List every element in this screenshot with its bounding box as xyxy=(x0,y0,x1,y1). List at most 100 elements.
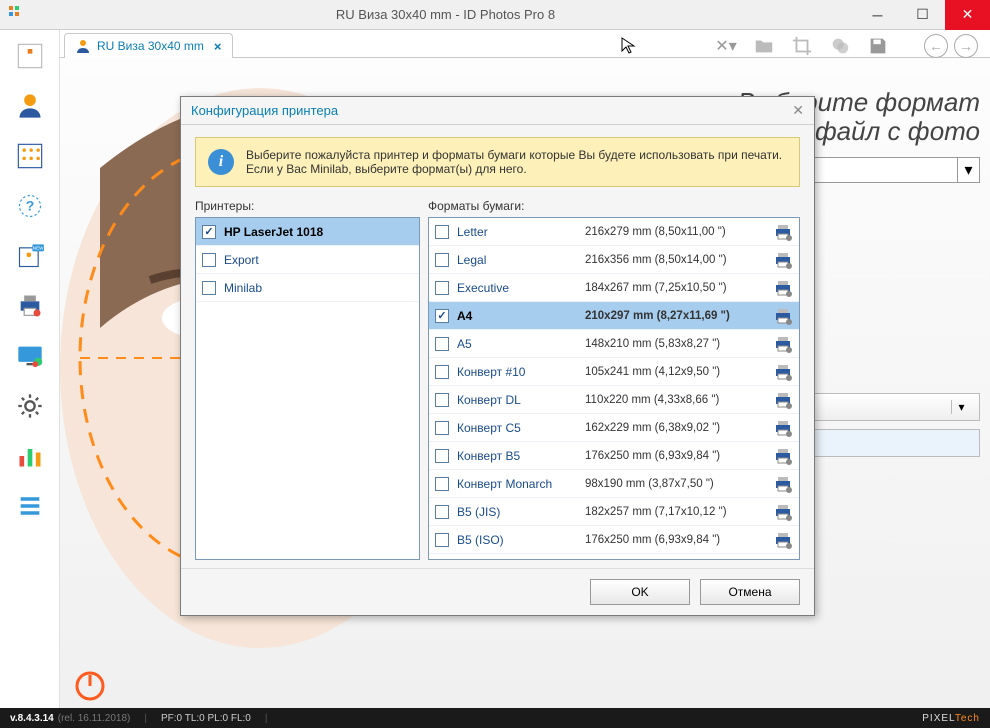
save-icon[interactable] xyxy=(866,34,890,58)
folder-icon[interactable] xyxy=(752,34,776,58)
checkbox[interactable] xyxy=(202,225,216,239)
checkbox[interactable] xyxy=(435,421,449,435)
svg-text:NEW: NEW xyxy=(32,246,43,251)
paper-row[interactable]: A5148x210 mm (5,83x8,27 ") xyxy=(429,330,799,358)
grid-icon[interactable] xyxy=(14,40,46,72)
gear-icon[interactable] xyxy=(14,390,46,422)
window-title: RU Виза 30x40 mm - ID Photos Pro 8 xyxy=(36,7,855,22)
minimize-button[interactable]: ─ xyxy=(855,0,900,30)
dialog-info-text: Выберите пожалуйста принтер и форматы бу… xyxy=(246,148,787,176)
nav-forward-button[interactable]: → xyxy=(954,34,978,58)
printers-label: Принтеры: xyxy=(195,199,420,213)
paper-name: Letter xyxy=(457,225,577,239)
cancel-button[interactable]: Отмена xyxy=(700,579,800,605)
checkbox[interactable] xyxy=(435,449,449,463)
printer-row[interactable]: Minilab xyxy=(196,274,419,302)
checkbox[interactable] xyxy=(435,225,449,239)
printer-row[interactable]: Export xyxy=(196,246,419,274)
paper-name: Конверт B5 xyxy=(457,449,577,463)
tab-label: RU Виза 30x40 mm xyxy=(97,39,204,53)
paper-name: Конверт #10 xyxy=(457,365,577,379)
paper-row[interactable]: Конверт C5 162x229 mm (6,38x9,02 ") xyxy=(429,414,799,442)
top-toolbar: ✕▾ ← → xyxy=(714,34,978,58)
tab-close-icon[interactable]: × xyxy=(214,39,222,54)
nav-back-button[interactable]: ← xyxy=(924,34,948,58)
checkbox[interactable] xyxy=(435,309,449,323)
dialog-titlebar: Конфигурация принтера ✕ xyxy=(181,97,814,125)
person-icon[interactable] xyxy=(14,90,46,122)
paper-dimensions: 105x241 mm (4,12x9,50 ") xyxy=(585,366,765,378)
chevron-down-icon: ▾ xyxy=(951,400,971,414)
checkbox[interactable] xyxy=(202,281,216,295)
secondary-button[interactable] xyxy=(794,429,980,457)
help-icon[interactable]: ? xyxy=(14,190,46,222)
brand-label: PIXELTech xyxy=(922,713,980,724)
printer-name: HP LaserJet 1018 xyxy=(224,225,323,239)
paper-name: B5 (JIS) xyxy=(457,505,577,519)
power-button[interactable] xyxy=(74,670,106,702)
gallery-icon[interactable] xyxy=(14,140,46,172)
print-icon[interactable] xyxy=(14,290,46,322)
new-photo-icon[interactable]: NEW xyxy=(14,240,46,272)
printer-settings-icon[interactable] xyxy=(773,474,793,494)
paper-row[interactable]: Конверт B5176x250 mm (6,93x9,84 ") xyxy=(429,442,799,470)
chevron-down-icon: ▾ xyxy=(957,158,979,182)
version-label: v.8.4.3.14 xyxy=(10,713,54,724)
counters-label: PF:0 TL:0 PL:0 FL:0 xyxy=(161,713,251,724)
info-icon: i xyxy=(208,149,234,175)
checkbox[interactable] xyxy=(435,477,449,491)
paper-row[interactable]: Executive184x267 mm (7,25x10,50 ") xyxy=(429,274,799,302)
close-button[interactable]: ✕ xyxy=(945,0,990,30)
checkbox[interactable] xyxy=(435,533,449,547)
checkbox[interactable] xyxy=(435,281,449,295)
paper-dimensions: 162x229 mm (6,38x9,02 ") xyxy=(585,422,765,434)
crop-icon[interactable] xyxy=(790,34,814,58)
checkbox[interactable] xyxy=(202,253,216,267)
close-all-icon[interactable]: ✕▾ xyxy=(714,34,738,58)
checkbox[interactable] xyxy=(435,505,449,519)
monitor-icon[interactable] xyxy=(14,340,46,372)
printer-settings-icon[interactable] xyxy=(773,278,793,298)
printer-row[interactable]: HP LaserJet 1018 xyxy=(196,218,419,246)
dialog-info-banner: i Выберите пожалуйста принтер и форматы … xyxy=(195,137,800,187)
printer-settings-icon[interactable] xyxy=(773,446,793,466)
checkbox[interactable] xyxy=(435,365,449,379)
paper-name: B5 (ISO) xyxy=(457,533,577,547)
list-icon[interactable] xyxy=(14,490,46,522)
ok-button[interactable]: OK xyxy=(590,579,690,605)
document-tab[interactable]: RU Виза 30x40 mm × xyxy=(64,33,233,58)
paper-row[interactable]: Legal216x356 mm (8,50x14,00 ") xyxy=(429,246,799,274)
printers-listbox[interactable]: HP LaserJet 1018 Export Minilab xyxy=(195,217,420,560)
checkbox[interactable] xyxy=(435,253,449,267)
printer-name: Export xyxy=(224,253,259,267)
checkbox[interactable] xyxy=(435,337,449,351)
svg-text:?: ? xyxy=(25,198,34,214)
printer-settings-icon[interactable] xyxy=(773,222,793,242)
printer-settings-icon[interactable] xyxy=(773,362,793,382)
printer-settings-icon[interactable] xyxy=(773,418,793,438)
papers-listbox[interactable]: Letter216x279 mm (8,50x11,00 ")Legal216x… xyxy=(428,217,800,560)
paper-dimensions: 176x250 mm (6,93x9,84 ") xyxy=(585,534,765,546)
printer-settings-icon[interactable] xyxy=(773,306,793,326)
maximize-button[interactable]: ☐ xyxy=(900,0,945,30)
printer-settings-icon[interactable] xyxy=(773,390,793,410)
checkbox[interactable] xyxy=(435,393,449,407)
printer-settings-icon[interactable] xyxy=(773,502,793,522)
paper-dimensions: 216x356 mm (8,50x14,00 ") xyxy=(585,254,765,266)
color-icon[interactable] xyxy=(828,34,852,58)
paper-row[interactable]: B5 (ISO) 176x250 mm (6,93x9,84 ") xyxy=(429,526,799,554)
paper-row[interactable]: Конверт DL110x220 mm (4,33x8,66 ") xyxy=(429,386,799,414)
printer-settings-icon[interactable] xyxy=(773,334,793,354)
printer-settings-icon[interactable] xyxy=(773,250,793,270)
paper-dimensions: 210x297 mm (8,27x11,69 ") xyxy=(585,310,765,322)
dialog-close-icon[interactable]: ✕ xyxy=(792,102,804,119)
paper-row[interactable]: Конверт #10 105x241 mm (4,12x9,50 ") xyxy=(429,358,799,386)
paper-row[interactable]: A4210x297 mm (8,27x11,69 ") xyxy=(429,302,799,330)
paper-row[interactable]: B5 (JIS)182x257 mm (7,17x10,12 ") xyxy=(429,498,799,526)
paper-row[interactable]: Конверт Monarch98x190 mm (3,87x7,50 ") xyxy=(429,470,799,498)
chart-icon[interactable] xyxy=(14,440,46,472)
paper-row[interactable]: Letter216x279 mm (8,50x11,00 ") xyxy=(429,218,799,246)
printer-settings-icon[interactable] xyxy=(773,530,793,550)
paper-name: Конверт C5 xyxy=(457,421,577,435)
paper-dimensions: 148x210 mm (5,83x8,27 ") xyxy=(585,338,765,350)
